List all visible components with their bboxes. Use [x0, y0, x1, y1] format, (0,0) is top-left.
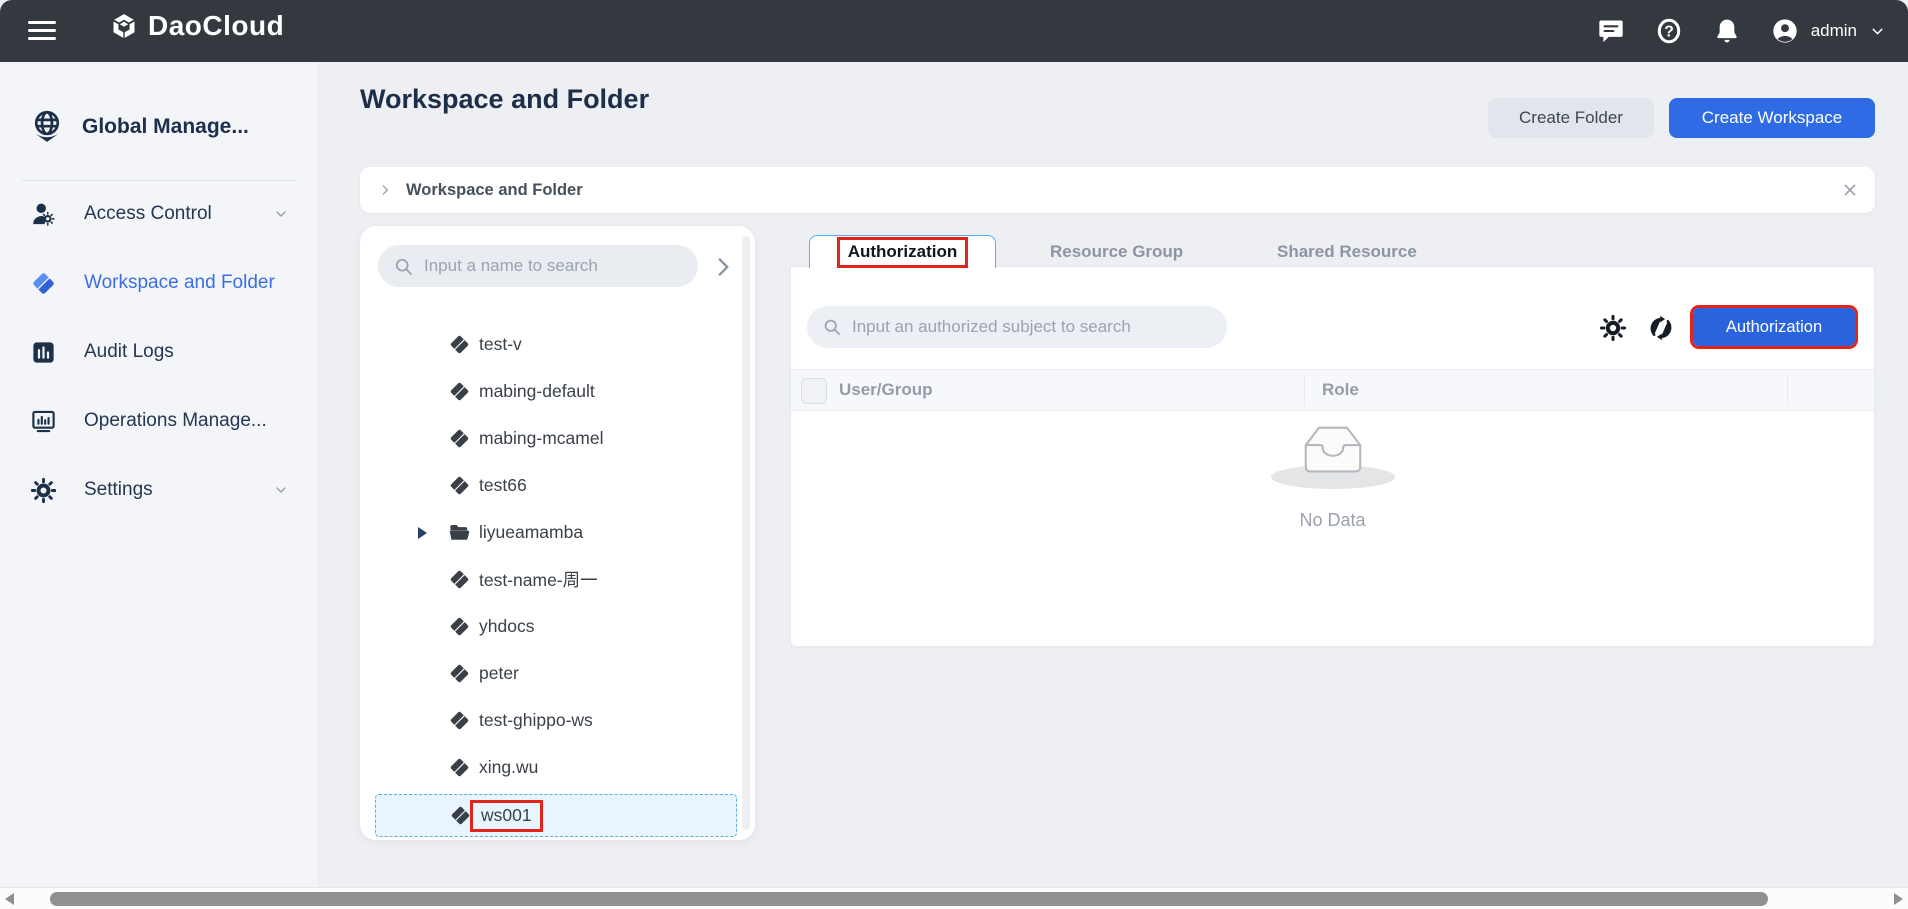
authorization-button[interactable]: Authorization	[1693, 308, 1855, 346]
sidebar-divider	[22, 180, 296, 181]
create-workspace-button[interactable]: Create Workspace	[1669, 98, 1875, 138]
monitor-chart-icon	[30, 408, 57, 435]
tree-item-xing-wu[interactable]: xing.wu	[360, 744, 740, 791]
tree-item-mabing-default[interactable]: mabing-default	[360, 368, 740, 415]
user-menu[interactable]: admin	[1771, 17, 1886, 45]
workspace-icon	[448, 615, 471, 638]
tree-item-yhdocs[interactable]: yhdocs	[360, 603, 740, 650]
search-icon	[393, 256, 414, 277]
chevron-down-icon	[273, 206, 289, 222]
annotation-box: Authorization	[1690, 305, 1858, 349]
sidebar-item-access-control[interactable]: Access Control	[0, 188, 317, 240]
panel-collapse-chevron-icon[interactable]	[710, 254, 736, 280]
refresh-icon[interactable]	[1647, 314, 1675, 342]
close-icon[interactable]	[1839, 179, 1861, 201]
table-header: User/Group Role	[791, 369, 1874, 411]
sidebar-header-label: Global Manage...	[82, 115, 249, 139]
expand-caret-icon[interactable]	[418, 527, 427, 539]
brand-logo[interactable]: DaoCloud	[110, 10, 284, 42]
workspace-icon	[448, 427, 471, 450]
authorized-subject-search-input[interactable]	[852, 317, 1202, 337]
tree-item-test-name[interactable]: test-name-周一	[360, 556, 740, 603]
sidebar: Global Manage... Access Control Workspac…	[0, 62, 317, 887]
globe-icon	[28, 108, 66, 146]
column-divider	[1787, 376, 1788, 406]
chevron-right-icon[interactable]	[378, 183, 392, 197]
scroll-left-arrow-icon[interactable]	[5, 893, 14, 905]
audit-logs-icon	[30, 339, 57, 366]
brand-name: DaoCloud	[148, 10, 284, 42]
chevron-down-icon	[1869, 23, 1886, 40]
create-folder-button[interactable]: Create Folder	[1488, 98, 1654, 138]
gear-icon	[30, 477, 57, 504]
horizontal-scrollbar	[0, 887, 1908, 909]
workspace-icon	[448, 662, 471, 685]
sidebar-item-audit-logs[interactable]: Audit Logs	[0, 326, 317, 378]
tab-authorization[interactable]: Authorization	[809, 235, 996, 268]
page-title: Workspace and Folder	[360, 84, 649, 115]
messages-icon[interactable]	[1597, 17, 1625, 45]
notifications-bell-icon[interactable]	[1713, 17, 1741, 45]
column-settings-gear-icon[interactable]	[1599, 314, 1627, 342]
tree-item-peter[interactable]: peter	[360, 650, 740, 697]
workspace-icon	[448, 474, 471, 497]
select-all-checkbox[interactable]	[801, 378, 827, 404]
top-bar: DaoCloud ?	[0, 0, 1908, 62]
scrollbar-thumb[interactable]	[50, 892, 1768, 906]
annotation-box: Authorization	[837, 237, 969, 268]
column-header-role: Role	[1322, 380, 1359, 400]
sidebar-item-operations-management[interactable]: Operations Manage...	[0, 395, 317, 447]
sidebar-header-global-management[interactable]: Global Manage...	[0, 102, 317, 152]
username: admin	[1811, 21, 1857, 41]
tree-scrollbar-track[interactable]	[742, 236, 750, 830]
tree-item-test-ghippo-ws[interactable]: test-ghippo-ws	[360, 697, 740, 744]
column-header-user-group: User/Group	[839, 380, 933, 400]
workspace-icon	[448, 709, 471, 732]
tree-search-box[interactable]	[378, 245, 698, 287]
scroll-right-arrow-icon[interactable]	[1894, 893, 1903, 905]
tree-item-liyueamamba[interactable]: liyueamamba	[360, 509, 740, 556]
sidebar-item-workspace-and-folder[interactable]: Workspace and Folder	[0, 257, 317, 309]
tree-search-input[interactable]	[424, 256, 674, 276]
svg-text:?: ?	[1664, 24, 1674, 41]
annotation-box: ws001	[470, 800, 543, 832]
column-divider	[1304, 376, 1305, 406]
workspace-icon	[448, 568, 471, 591]
workspace-tree-panel: test-v mabing-default mabing-mcamel test…	[360, 226, 755, 840]
tab-shared-resource[interactable]: Shared Resource	[1277, 242, 1417, 262]
breadcrumb-current: Workspace and Folder	[406, 181, 583, 200]
workspace-icon	[448, 756, 471, 779]
empty-state: No Data	[791, 411, 1874, 531]
breadcrumb: Workspace and Folder	[360, 167, 1875, 213]
tree-item-test-v[interactable]: test-v	[360, 321, 740, 368]
help-icon[interactable]: ?	[1655, 17, 1683, 45]
tab-resource-group[interactable]: Resource Group	[1050, 242, 1183, 262]
authorized-subject-search-box[interactable]	[807, 306, 1227, 348]
tree-item-ws001-selected[interactable]: ws001	[375, 794, 737, 837]
tree-item-test66[interactable]: test66	[360, 462, 740, 509]
empty-inbox-icon	[1285, 417, 1381, 483]
chevron-down-icon	[273, 482, 289, 498]
sidebar-item-settings[interactable]: Settings	[0, 464, 317, 516]
avatar-icon	[1771, 17, 1799, 45]
authorization-panel: Authorization User/Group Role No Data	[790, 266, 1875, 647]
workspace-icon	[449, 804, 472, 827]
no-data-text: No Data	[791, 510, 1874, 531]
workspace-icon	[448, 333, 471, 356]
workspace-icon	[448, 380, 471, 403]
user-gear-icon	[30, 201, 57, 228]
menu-toggle-icon[interactable]	[28, 21, 56, 41]
folder-icon	[448, 521, 471, 544]
tree-item-mabing-mcamel[interactable]: mabing-mcamel	[360, 415, 740, 462]
search-icon	[822, 317, 842, 337]
daocloud-cube-icon	[110, 12, 138, 40]
workspace-diamond-icon	[30, 270, 57, 297]
daocloud-app: DaoCloud ?	[0, 0, 1908, 909]
